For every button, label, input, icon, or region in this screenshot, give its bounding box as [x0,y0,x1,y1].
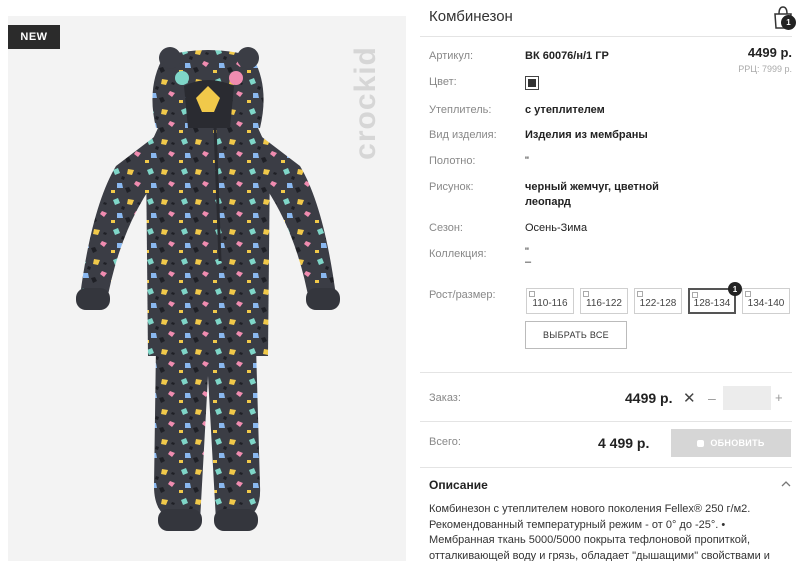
divider [420,421,792,422]
size-label: Рост/размер: [429,289,496,301]
checkbox-icon [637,291,643,297]
increase-quantity-button[interactable]: + [775,390,783,405]
insulation-value: с утеплителем [525,104,605,116]
color-label: Цвет: [429,76,457,88]
article-value: ВК 60076/н/1 ГР [525,50,609,62]
fabric-label: Полотно: [429,155,476,167]
total-label: Всего: [429,436,461,448]
brand-logo: crockid [349,46,382,160]
pattern-label: Рисунок: [429,181,474,193]
update-button[interactable]: ОБНОВИТЬ [671,429,791,457]
total-value: 4 499 р. [598,435,650,451]
season-value: Осень-Зима [525,222,588,234]
checkbox-icon [692,292,698,298]
color-swatch[interactable] [525,76,539,90]
description-text: Комбинезон с утеплителем нового поколени… [429,503,770,561]
insulation-label: Утеплитель: [429,104,492,116]
checkbox-icon [745,291,751,297]
size-option-134-140[interactable]: 134-140 [742,288,790,314]
divider [420,372,792,373]
chevron-up-icon[interactable] [780,478,792,490]
rrp-price: РРЦ: 7999 р. [738,64,792,74]
order-label: Заказ: [429,392,461,404]
season-label: Сезон: [429,222,463,234]
order-price: 4499 р. [625,390,673,406]
size-option-116-122[interactable]: 116-122 [580,288,628,314]
pattern-value-line2: леопард [525,196,571,208]
pattern-value-line1: черный жемчуг, цветной [525,181,659,193]
decrease-quantity-button[interactable]: – [708,390,716,406]
cart-count-badge: 1 [781,15,796,30]
remove-order-button[interactable]: ✕ [683,389,696,407]
collection-value-line2: – [525,256,532,268]
fabric-value: " [525,155,529,167]
article-label: Артикул: [429,50,474,62]
refresh-icon [697,439,705,447]
size-option-122-128[interactable]: 122-128 [634,288,682,314]
product-photo[interactable]: NEW crockid [8,16,406,561]
checkbox-icon [529,291,535,297]
select-all-button[interactable]: ВЫБРАТЬ ВСЕ [525,321,627,349]
divider [420,467,792,468]
checkbox-icon [583,291,589,297]
collection-label: Коллекция: [429,248,487,260]
divider [420,36,792,37]
size-count-badge: 1 [728,282,742,296]
product-title: Комбинезон [429,8,513,25]
quantity-input[interactable] [723,386,771,410]
product-price: 4499 р. [747,45,792,60]
kind-value: Изделия из мембраны [525,129,648,141]
size-option-110-116[interactable]: 110-116 [526,288,574,314]
kind-label: Вид изделия: [429,129,497,141]
new-badge: NEW [8,25,60,49]
description-heading[interactable]: Описание [429,478,488,492]
